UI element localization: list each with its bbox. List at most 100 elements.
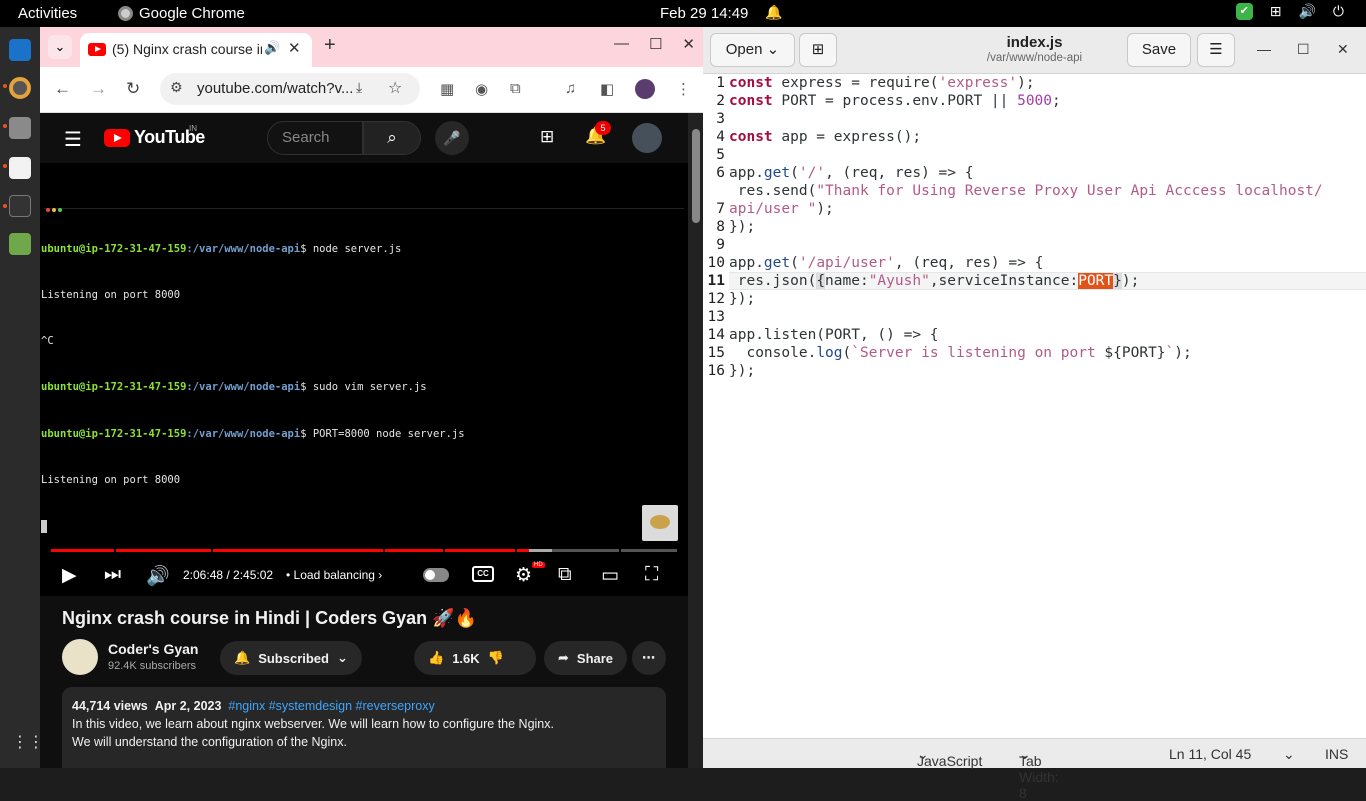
like-dislike-button[interactable]: 👍 1.6K 👎: [414, 641, 536, 675]
terminal-icon[interactable]: [9, 195, 31, 217]
video-player[interactable]: ubuntu@ip-172-31-47-159:/var/www/node-ap…: [40, 163, 688, 596]
chrome-dock-icon[interactable]: [9, 77, 31, 99]
code-line: });: [729, 363, 756, 379]
app-menu[interactable]: Google Chrome: [118, 5, 245, 22]
description-line: In this video, we learn about nginx webs…: [72, 717, 554, 731]
close-window-button[interactable]: ✕: [1337, 41, 1349, 58]
thumbs-down-icon[interactable]: 👎: [488, 650, 504, 666]
tab-youtube[interactable]: (5) Nginx crash course in Hindi | Coders…: [80, 33, 312, 67]
play-icon[interactable]: ▶: [62, 564, 77, 587]
vscode-icon[interactable]: [9, 39, 31, 61]
install-app-icon[interactable]: ⤓: [356, 79, 362, 96]
media-controls-icon[interactable]: ♫: [565, 80, 576, 97]
share-label: Share: [576, 650, 614, 666]
extension-icon[interactable]: ◉: [475, 80, 488, 98]
chapter-title[interactable]: • Load balancing ›: [286, 568, 382, 582]
insert-mode[interactable]: INS: [1325, 746, 1348, 762]
trash-icon[interactable]: [9, 233, 31, 255]
side-panel-icon[interactable]: ◧: [600, 80, 614, 98]
captions-button[interactable]: CC: [472, 566, 494, 582]
volume-icon[interactable]: 🔊: [146, 564, 170, 588]
tab-search-button[interactable]: ⌄: [48, 35, 72, 59]
cursor-position[interactable]: Ln 11, Col 45: [1169, 746, 1251, 762]
terminal-line: ubuntu@ip-172-31-47-159:/var/www/node-ap…: [41, 427, 465, 440]
player-controls: ▶ ⏭ 🔊 2:06:48 / 2:45:02 • Load balancing…: [40, 561, 688, 591]
power-icon[interactable]: ⏻: [1333, 3, 1344, 20]
minimize-button[interactable]: —: [1257, 41, 1271, 57]
clock[interactable]: Feb 29 14:49: [660, 5, 748, 22]
minimize-button[interactable]: —: [614, 35, 629, 53]
notification-count: 5: [595, 121, 611, 135]
bell-icon: 🔔: [234, 650, 251, 665]
channel-name[interactable]: Coder's Gyan: [108, 641, 198, 657]
reload-button[interactable]: ↻: [126, 79, 140, 99]
line-number: 7: [716, 201, 725, 217]
settings-gear-icon[interactable]: ⚙: [515, 564, 532, 587]
forward-button[interactable]: →: [90, 79, 107, 99]
save-button[interactable]: Save: [1127, 33, 1191, 67]
share-button[interactable]: ➦ Share: [544, 641, 628, 675]
files-icon[interactable]: [9, 117, 31, 139]
page-scrollbar[interactable]: [688, 113, 703, 768]
back-button[interactable]: ←: [54, 79, 71, 99]
hamburger-menu-icon[interactable]: ☰: [64, 127, 82, 152]
line-number: 15: [707, 345, 725, 361]
view-count: 44,714 views: [72, 699, 148, 713]
audio-playing-icon[interactable]: 🔊: [264, 40, 280, 56]
running-indicator: [3, 164, 7, 168]
region-code: IN: [189, 124, 197, 133]
line-number: 14: [707, 327, 725, 343]
network-icon[interactable]: ⊞: [1270, 3, 1282, 20]
subscribed-label: Subscribed: [258, 650, 329, 666]
terminal-line: Listening on port 8000: [41, 289, 181, 302]
system-tray[interactable]: ✔ ⊞ 🔊 ⏻: [1235, 3, 1344, 20]
address-bar[interactable]: ⚙ youtube.com/watch?v... ⤓ ☆: [160, 73, 420, 105]
fullscreen-icon[interactable]: ⛶: [645, 564, 658, 586]
more-actions-icon[interactable]: ⋯: [632, 641, 666, 675]
maximize-button[interactable]: ☐: [1297, 41, 1310, 58]
extension-icon[interactable]: ▦: [440, 80, 454, 98]
new-tab-button[interactable]: +: [324, 34, 336, 57]
chrome-menu-icon[interactable]: ⋮: [676, 80, 691, 98]
create-video-icon[interactable]: ⊞: [540, 127, 554, 147]
maximize-button[interactable]: ☐: [649, 35, 662, 53]
text-editor-icon[interactable]: [9, 157, 31, 179]
theater-mode-icon[interactable]: ▭: [601, 564, 619, 587]
profile-avatar[interactable]: [635, 79, 655, 99]
subscribed-button[interactable]: 🔔 Subscribed ⌄: [220, 641, 362, 675]
channel-avatar[interactable]: [62, 639, 98, 675]
window-controls: — ☐ ✕: [614, 35, 695, 53]
miniplayer-icon[interactable]: ⧉: [558, 564, 572, 586]
user-avatar[interactable]: [632, 123, 662, 153]
line-number: 9: [716, 237, 725, 253]
shield-icon[interactable]: ✔: [1235, 3, 1253, 20]
hashtags[interactable]: #nginx #systemdesign #reverseproxy: [228, 699, 434, 713]
language-selector[interactable]: JavaScript ⌄: [917, 746, 982, 769]
next-video-icon[interactable]: ⏭: [104, 564, 121, 586]
thumbs-up-icon[interactable]: 👍: [428, 650, 444, 666]
close-window-button[interactable]: ✕: [682, 35, 695, 53]
terminal-line: ubuntu@ip-172-31-47-159:/var/www/node-ap…: [41, 242, 402, 255]
scrollbar-thumb[interactable]: [692, 129, 700, 223]
activities-button[interactable]: Activities: [18, 5, 77, 22]
chrome-window: ⌄ (5) Nginx crash course in Hindi | Code…: [40, 27, 703, 768]
autoplay-toggle[interactable]: [423, 568, 449, 582]
url-text[interactable]: youtube.com/watch?v...: [197, 80, 353, 97]
youtube-logo-icon[interactable]: [104, 129, 130, 147]
close-tab-icon[interactable]: ✕: [288, 39, 301, 57]
search-button[interactable]: ⌕: [363, 121, 421, 155]
volume-icon[interactable]: 🔊: [1298, 3, 1315, 20]
search-input[interactable]: Search: [267, 121, 363, 155]
site-info-icon[interactable]: ⚙: [170, 79, 183, 96]
extensions-puzzle-icon[interactable]: ⧉: [510, 80, 521, 97]
code-line: api/user ");: [729, 201, 834, 217]
chevron-down-icon[interactable]: ⌄: [1283, 746, 1295, 763]
voice-search-icon[interactable]: 🎤: [435, 121, 469, 155]
bookmark-star-icon[interactable]: ☆: [388, 78, 402, 98]
progress-bar[interactable]: [51, 549, 677, 552]
channel-watermark[interactable]: [642, 505, 678, 541]
main-menu-icon[interactable]: ☰: [1197, 33, 1235, 67]
tab-width-selector[interactable]: Tab Width: 8 ⌄: [1019, 746, 1059, 801]
line-number: 12: [707, 291, 725, 307]
description-box[interactable]: 44,714 views Apr 2, 2023 #nginx #systemd…: [62, 687, 666, 768]
